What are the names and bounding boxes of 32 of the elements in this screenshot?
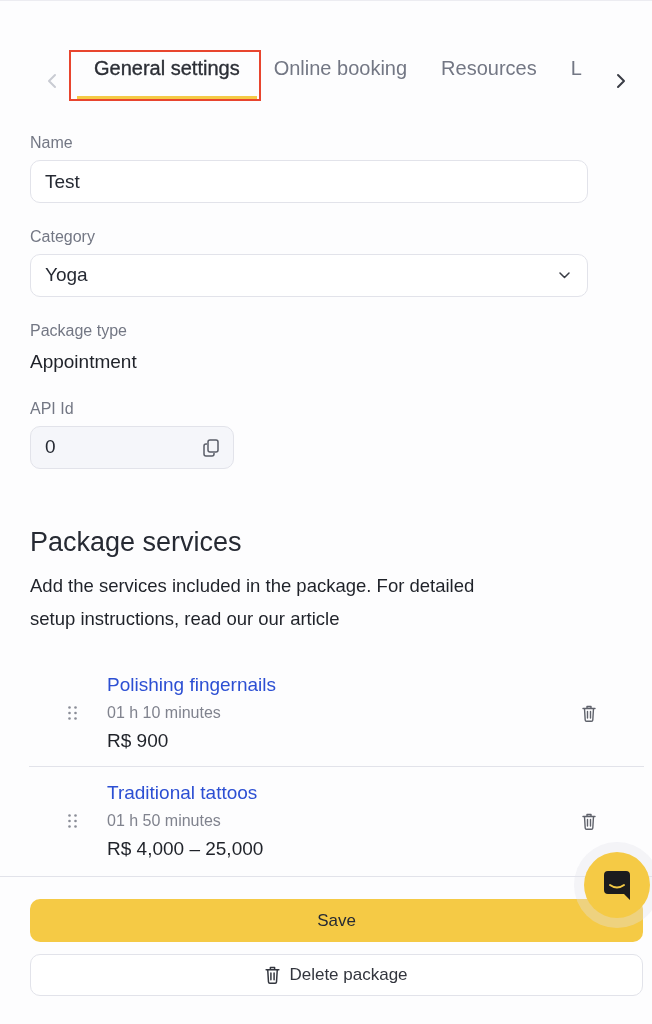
copy-icon[interactable] [203,438,219,457]
service-duration: 01 h 50 minutes [107,811,222,831]
tab[interactable]: Resources [424,52,554,99]
service-link[interactable]: Traditional tattoos [107,780,258,806]
field-label: Category [30,227,96,247]
drag-handle-icon[interactable] [68,814,77,828]
trash-icon [265,966,281,984]
section-heading: Package services [30,526,243,559]
service-link[interactable]: Polishing fingernails [107,672,276,698]
trash-icon[interactable] [582,704,596,722]
chat-button[interactable] [584,852,650,918]
chevron-down-icon [559,272,570,279]
field-label: API Id [30,399,75,419]
field-label: Name [30,133,74,153]
service-price: R$ 4,000 – 25,000 [107,837,265,861]
save-button[interactable]: Save [30,899,643,942]
service-duration: 01 h 10 minutes [107,703,222,723]
field-value: Appointment [30,350,138,374]
tab[interactable]: L [553,52,599,99]
drag-handle-icon[interactable] [68,706,77,720]
tab[interactable]: General settings [77,52,257,99]
chat-bubble-icon [604,870,630,900]
tab[interactable]: Online booking [256,52,425,99]
text-input[interactable]: Test [30,160,588,203]
select-field[interactable]: Yoga [30,254,588,297]
readonly-field: 0 [30,426,234,469]
delete-package-button[interactable]: Delete package [30,954,643,996]
service-price: R$ 900 [107,729,170,753]
trash-icon[interactable] [582,812,596,830]
chevron-right-icon[interactable] [616,73,626,89]
section-description: Add the services included in the package. For detailed setup instructions, read our our article [30,574,476,631]
field-label: Package type [30,321,128,341]
